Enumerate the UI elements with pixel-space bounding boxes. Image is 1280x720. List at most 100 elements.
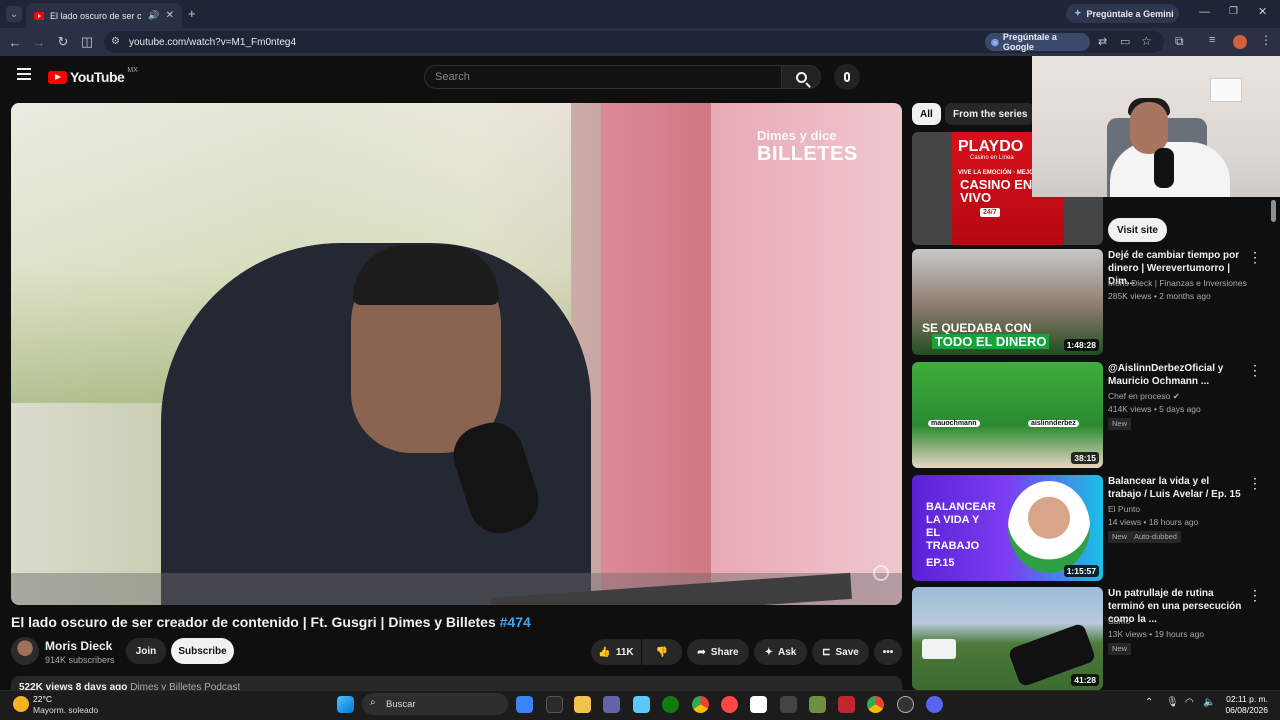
recommendation-item[interactable]: SE QUEDABA CON TODO EL DINERO 1:48:28 De…: [912, 249, 1272, 355]
ask-button[interactable]: ✦ Ask: [754, 639, 807, 665]
search-input[interactable]: Search: [424, 65, 782, 89]
tab-close-icon[interactable]: ✕: [166, 10, 174, 21]
site-info-icon[interactable]: ⚙: [111, 36, 120, 47]
extensions-icon[interactable]: ⧉: [1175, 34, 1184, 49]
start-windows-icon[interactable]: [337, 696, 354, 713]
rec-meta: 13K views • 19 hours ago: [1108, 629, 1205, 639]
url-text: youtube.com/watch?v=M1_Fm0nteg4: [129, 36, 297, 48]
rec-meta: 414K views • 5 days ago: [1108, 404, 1201, 414]
podcast-watermark: Dimes y dice BILLETES: [757, 128, 858, 166]
subscribe-button[interactable]: Subscribe: [171, 638, 234, 664]
teams-icon[interactable]: [603, 696, 620, 713]
obs-icon[interactable]: [897, 696, 914, 713]
davinci-resolve-icon[interactable]: [780, 696, 797, 713]
rec-channel[interactable]: Moris Dieck | Finanzas e Inversiones: [1108, 278, 1247, 288]
rec-channel[interactable]: El Punto: [1108, 504, 1140, 514]
recommendation-item[interactable]: BALANCEAR LA VIDA Y EL TRABAJO EP.15 1:1…: [912, 475, 1272, 581]
rec-thumbnail[interactable]: SE QUEDABA CON TODO EL DINERO 1:48:28: [912, 249, 1103, 355]
search-button[interactable]: [781, 65, 821, 89]
reading-list-icon[interactable]: ≡: [1209, 34, 1215, 46]
dislike-button[interactable]: 👎: [642, 639, 682, 665]
more-actions-button[interactable]: •••: [874, 639, 902, 665]
episode-hashtag[interactable]: #474: [500, 614, 531, 630]
rec-title[interactable]: @AislinnDerbezOficial y Mauricio Ochmann…: [1108, 362, 1244, 388]
gemini-icon: ✦: [1074, 8, 1082, 18]
ask-google-button[interactable]: ◉ Pregúntale a Google: [985, 32, 1090, 52]
tray-wifi-icon[interactable]: ◠: [1185, 697, 1194, 708]
rec-thumb-text-2: TODO EL DINERO: [932, 334, 1050, 349]
browser-menu-icon[interactable]: ⋮: [1260, 33, 1272, 47]
tray-microphone-icon[interactable]: 🎙: [1166, 697, 1179, 708]
weather-description[interactable]: Mayorm. soleado: [33, 705, 98, 715]
save-button[interactable]: ⊏ Save: [812, 639, 869, 665]
file-explorer-icon[interactable]: [574, 696, 591, 713]
minecraft-icon[interactable]: [809, 696, 826, 713]
cast-icon[interactable]: ▭: [1120, 35, 1130, 48]
ask-gemini-label: Pregúntale a Gemini: [1086, 8, 1174, 19]
rec-menu-icon[interactable]: ⋮: [1248, 250, 1262, 264]
rec-menu-icon[interactable]: ⋮: [1248, 363, 1262, 377]
split-view-icon[interactable]: ◫: [75, 30, 99, 54]
clock-time[interactable]: 02:11 p. m.: [1224, 694, 1268, 704]
channel-name[interactable]: Moris Dieck: [45, 639, 112, 653]
forward-icon[interactable]: →: [27, 30, 51, 54]
share-button[interactable]: ➦ Share: [687, 639, 749, 665]
discord-icon[interactable]: [926, 696, 943, 713]
taskbar-search[interactable]: ⌕ Buscar: [362, 693, 508, 715]
translate-icon[interactable]: ⇄: [1098, 35, 1107, 48]
chip-from-the-series[interactable]: From the series: [945, 103, 1036, 125]
rec-menu-icon[interactable]: ⋮: [1248, 588, 1262, 602]
video-player[interactable]: Dimes y dice BILLETES: [11, 103, 902, 605]
chrome-active-icon[interactable]: [867, 696, 884, 713]
recommendation-item[interactable]: 41:28 Un patrullaje de rutina terminó en…: [912, 587, 1272, 690]
rec-channel[interactable]: Chef en proceso ✔: [1108, 391, 1180, 402]
rec-thumbnail[interactable]: BALANCEAR LA VIDA Y EL TRABAJO EP.15 1:1…: [912, 475, 1103, 581]
browser-tab[interactable]: El lado oscuro de ser creador de conteni…: [26, 3, 182, 28]
like-button[interactable]: 👍 11K: [591, 639, 641, 665]
weather-sun-icon[interactable]: [13, 696, 29, 712]
voice-search-button[interactable]: [834, 64, 860, 90]
bookmark-star-icon[interactable]: ☆: [1141, 34, 1152, 48]
recommendation-item[interactable]: mauochmann aislinnderbez 38:15 @AislinnD…: [912, 362, 1272, 468]
rec-channel[interactable]: Sumo: [1108, 616, 1130, 626]
chip-all[interactable]: All: [912, 103, 941, 125]
join-label: Join: [135, 645, 157, 657]
join-button[interactable]: Join: [126, 638, 166, 664]
back-icon[interactable]: ←: [3, 30, 27, 54]
epic-games-icon[interactable]: [546, 696, 563, 713]
player-loading-icon: [873, 565, 889, 581]
ask-gemini-button[interactable]: ✦ Pregúntale a Gemini: [1066, 4, 1179, 23]
xbox-icon[interactable]: [662, 696, 679, 713]
clock-date[interactable]: 06/08/2026: [1218, 705, 1268, 715]
capcut-icon[interactable]: [750, 696, 767, 713]
sidebar-scrollbar[interactable]: [1271, 200, 1276, 222]
minimize-button[interactable]: —: [1199, 6, 1210, 18]
weather-temperature[interactable]: 22°C: [33, 694, 52, 704]
youtube-favicon-icon: [34, 11, 44, 20]
youtube-logo[interactable]: YouTube MX: [48, 67, 138, 85]
rec-thumbnail[interactable]: 41:28: [912, 587, 1103, 690]
tray-overflow-icon[interactable]: ⌃: [1145, 697, 1153, 708]
rec-menu-icon[interactable]: ⋮: [1248, 476, 1262, 490]
profile-avatar[interactable]: [1233, 35, 1247, 49]
tray-volume-icon[interactable]: 🔈: [1203, 697, 1215, 708]
photos-icon[interactable]: [633, 696, 650, 713]
chrome-icon[interactable]: [692, 696, 709, 713]
hamburger-menu-icon[interactable]: [17, 68, 31, 80]
video-editor-icon[interactable]: [838, 696, 855, 713]
tab-search-button[interactable]: ⌄: [6, 6, 22, 22]
rec-guest-photo: [1008, 481, 1090, 573]
rec-thumbnail[interactable]: mauochmann aislinnderbez 38:15: [912, 362, 1103, 468]
reload-icon[interactable]: ↻: [51, 30, 75, 54]
close-window-button[interactable]: ✕: [1258, 5, 1267, 18]
rec-title[interactable]: Balancear la vida y el trabajo / Luis Av…: [1108, 475, 1244, 501]
task-view-icon[interactable]: [516, 696, 533, 713]
visit-site-button[interactable]: Visit site: [1108, 218, 1167, 242]
new-tab-button[interactable]: +: [188, 6, 196, 21]
restore-button[interactable]: ❐: [1229, 6, 1238, 17]
taskbar-search-label: Buscar: [386, 698, 416, 710]
microphone-icon: [844, 72, 850, 82]
speaker-icon[interactable]: 🔊: [148, 10, 159, 21]
ea-app-icon[interactable]: [721, 696, 738, 713]
channel-avatar[interactable]: [11, 637, 39, 665]
